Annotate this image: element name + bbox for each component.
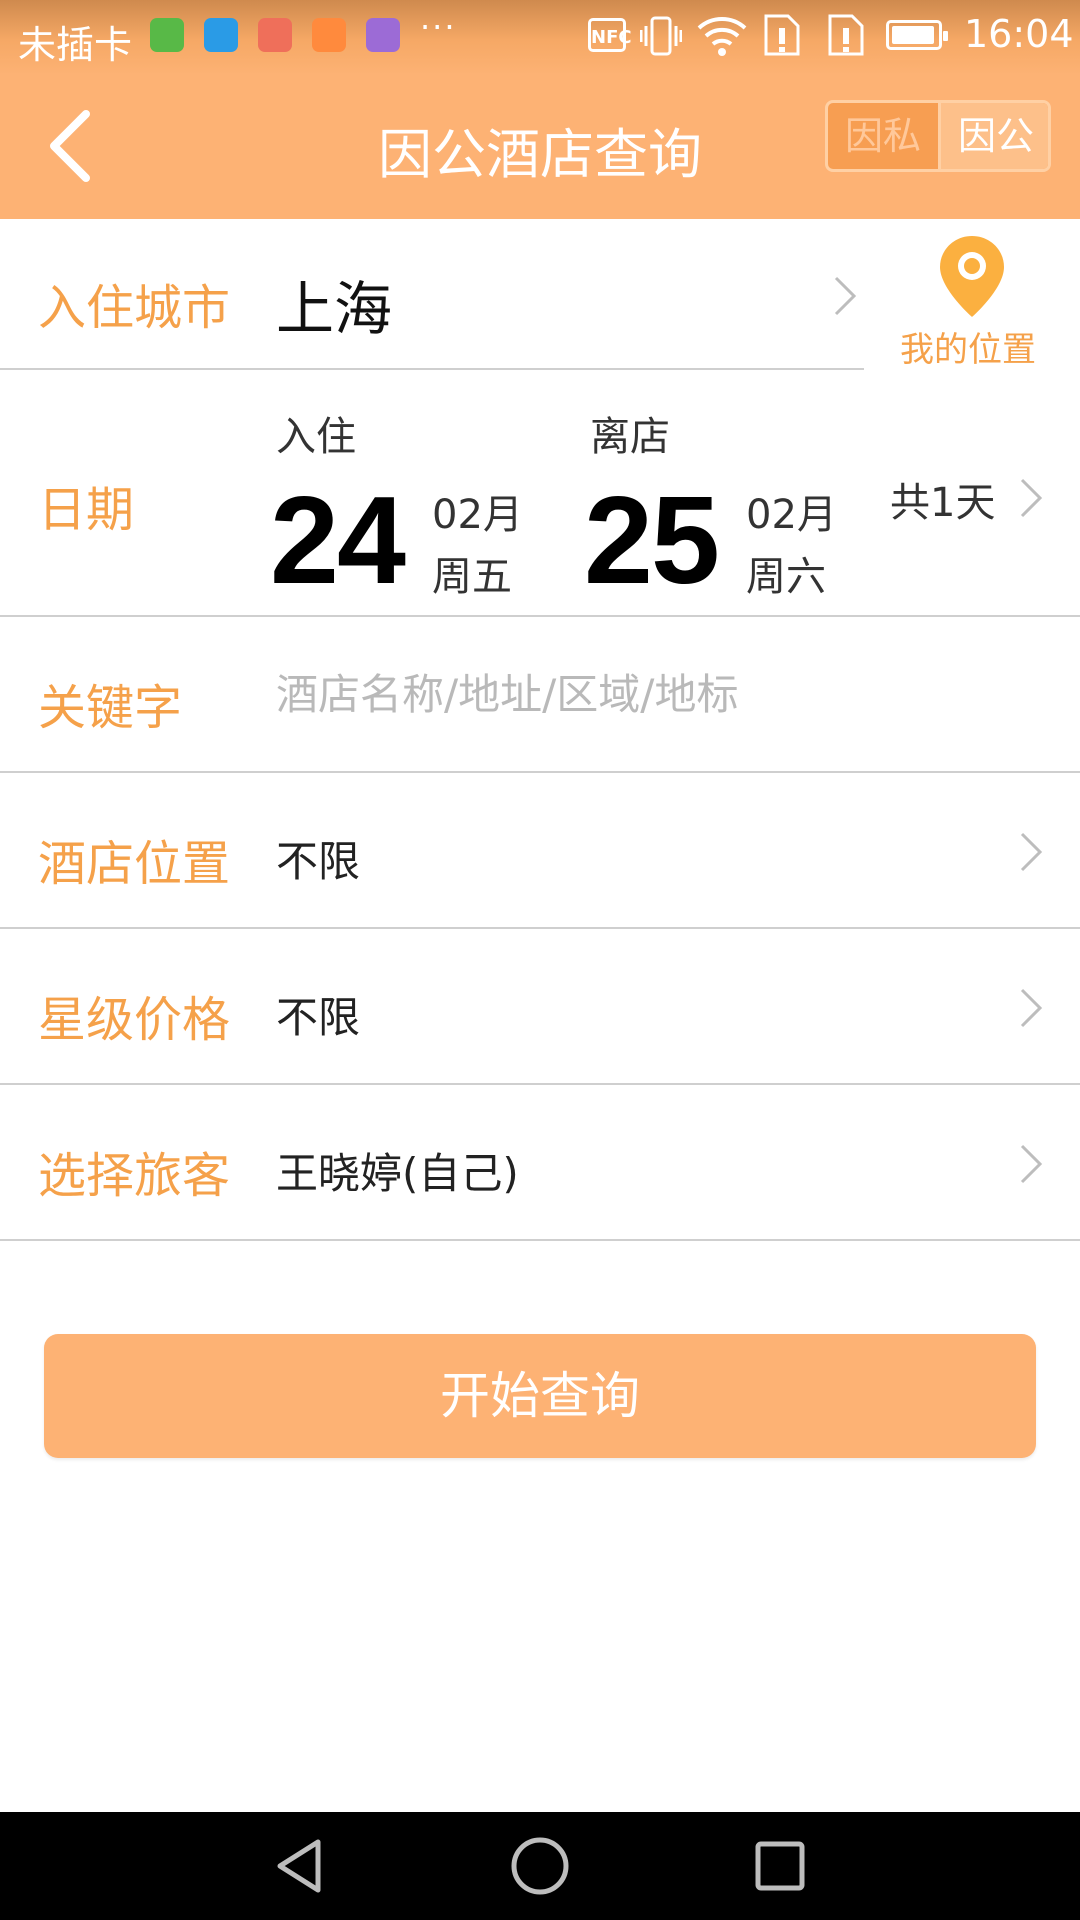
traveler-value: 王晓婷(自己) <box>276 1149 519 1198</box>
nights-count: 共1天 <box>890 480 996 526</box>
check-out-caption: 离店 <box>590 414 670 460</box>
carrier-text: 未插卡 <box>18 23 133 67</box>
check-in-day[interactable]: 24 <box>270 470 406 612</box>
divider <box>0 615 1080 617</box>
chevron-right-icon <box>1020 988 1043 1028</box>
hotel-location-label: 酒店位置 <box>38 836 231 892</box>
back-triangle-icon[interactable] <box>268 1834 332 1898</box>
map-pin-icon[interactable] <box>938 234 1006 320</box>
recents-square-icon[interactable] <box>748 1834 812 1898</box>
wifi-icon <box>697 17 747 56</box>
home-circle-icon[interactable] <box>508 1834 572 1898</box>
check-out-weekday: 周六 <box>746 554 826 600</box>
keyword-input[interactable] <box>276 670 1036 719</box>
keyword-label: 关键字 <box>38 680 183 736</box>
app-icon-blue <box>204 18 238 52</box>
app-icon-green <box>150 18 184 52</box>
chevron-right-icon <box>1020 1144 1043 1184</box>
star-price-value: 不限 <box>276 993 361 1042</box>
app-icon-orange <box>312 18 346 52</box>
star-price-label: 星级价格 <box>38 992 231 1048</box>
chevron-right-icon <box>1020 478 1043 518</box>
app-icon-purple <box>366 18 400 52</box>
clock: 16:04 <box>964 12 1074 56</box>
check-in-caption: 入住 <box>276 414 356 460</box>
search-button[interactable]: 开始查询 <box>44 1334 1036 1458</box>
battery-icon <box>886 20 948 50</box>
notification-overflow: ··· <box>420 8 457 46</box>
chevron-right-icon <box>1020 832 1043 872</box>
my-location-button[interactable]: 我的位置 <box>900 322 1036 371</box>
travel-type-toggle[interactable]: 因私 因公 <box>825 100 1051 172</box>
toggle-private[interactable]: 因私 <box>828 103 938 169</box>
date-label: 日期 <box>38 482 135 538</box>
sim-alert-icon <box>764 14 800 56</box>
check-in-month: 02月 <box>432 492 523 538</box>
hotel-location-value: 不限 <box>276 837 361 886</box>
chevron-right-icon <box>834 276 857 316</box>
status-bar: 未插卡 ··· NFC 16:04 <box>0 0 1080 76</box>
check-out-month: 02月 <box>746 492 837 538</box>
divider <box>0 1239 1080 1241</box>
check-in-weekday: 周五 <box>432 554 512 600</box>
traveler-label: 选择旅客 <box>38 1148 231 1204</box>
check-out-day[interactable]: 25 <box>584 470 720 612</box>
city-label: 入住城市 <box>38 280 231 336</box>
vibrate-icon <box>640 16 682 56</box>
nfc-icon: NFC <box>588 18 632 52</box>
toggle-business[interactable]: 因公 <box>938 103 1048 169</box>
divider <box>0 368 864 370</box>
sim-alert-icon <box>828 14 864 56</box>
city-value[interactable]: 上海 <box>276 262 392 346</box>
app-icon-multicolor <box>258 18 292 52</box>
